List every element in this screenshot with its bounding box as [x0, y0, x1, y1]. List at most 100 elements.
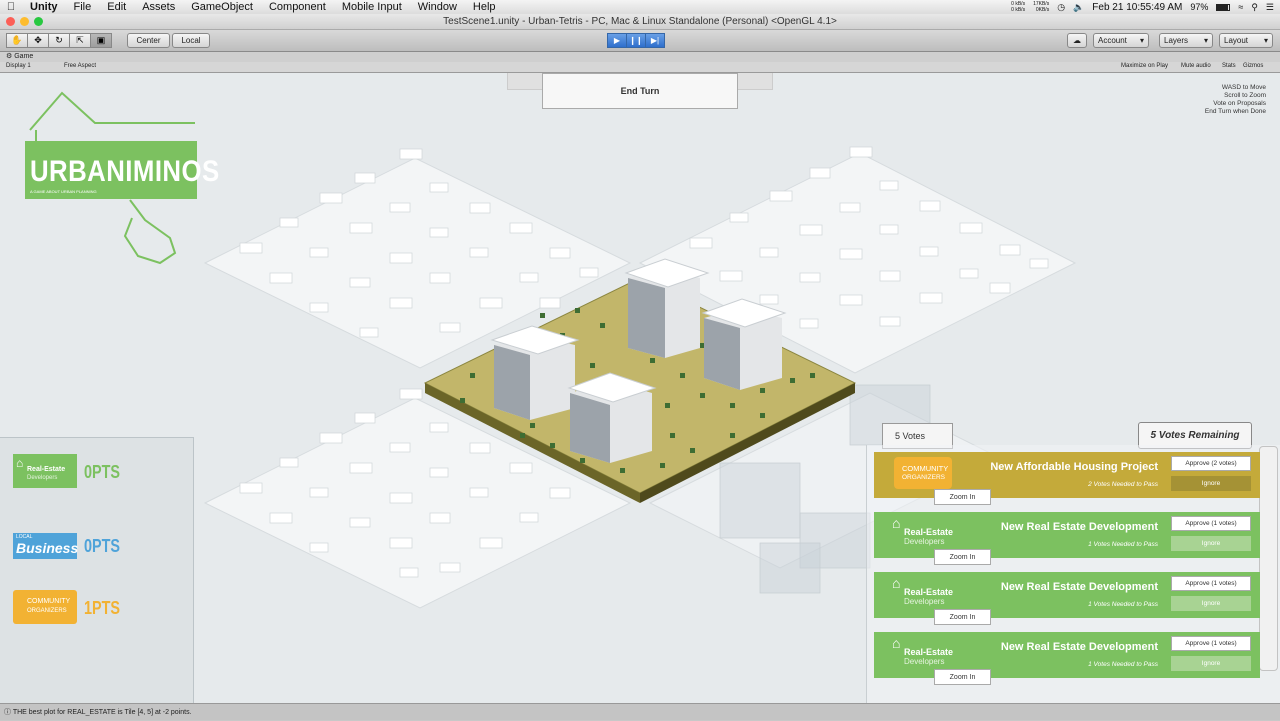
aspect-dropdown[interactable]: Free Aspect: [64, 63, 96, 69]
play-icon[interactable]: ▶: [607, 33, 627, 48]
end-turn-button[interactable]: End Turn: [542, 73, 738, 109]
menu-mobile-input[interactable]: Mobile Input: [334, 1, 410, 13]
net-down: 0 kB/s: [1011, 7, 1026, 13]
menu-gameobject[interactable]: GameObject: [183, 1, 261, 13]
battery-icon[interactable]: [1216, 3, 1231, 11]
menubar-status-area: 0 kB/s 0 kB/s 17KB/s 0KB/s ◷ 🔈 Feb 21 10:5…: [1011, 0, 1274, 14]
logo-subtitle: A GAME ABOUT URBAN PLANNING: [30, 189, 97, 194]
pivot-center-button[interactable]: Center: [127, 33, 170, 48]
close-button[interactable]: [6, 17, 15, 26]
display-dropdown[interactable]: Display 1: [6, 63, 31, 69]
ignore-button[interactable]: Ignore: [1171, 536, 1251, 551]
ignore-button[interactable]: Ignore: [1171, 476, 1251, 491]
game-view-bar: Display 1 Free Aspect Maximize on Play M…: [0, 62, 1280, 73]
ignore-button[interactable]: Ignore: [1171, 656, 1251, 671]
game-tab-label: Game: [14, 53, 34, 60]
apple-icon[interactable]: : [0, 1, 22, 13]
ignore-label: Ignore: [1201, 480, 1221, 487]
minimize-button[interactable]: [20, 17, 29, 26]
faction-name: COMMUNITY: [27, 598, 71, 605]
layout-dropdown[interactable]: Layout ▾: [1219, 33, 1273, 48]
scoreboard-panel: ⌂ Real-Estate Developers 0PTS LOCAL Busi…: [0, 437, 194, 703]
stats-toggle[interactable]: Stats: [1222, 63, 1236, 69]
badge-label-2: Developers: [904, 597, 945, 606]
logo-title: URBANIMINOS: [30, 155, 220, 188]
zoom-in-button[interactable]: Zoom In: [934, 489, 991, 505]
zoom-in-button[interactable]: Zoom In: [934, 669, 991, 685]
wifi-icon[interactable]: ≈: [1238, 2, 1243, 12]
menu-assets[interactable]: Assets: [134, 1, 183, 13]
zoom-in-button[interactable]: Zoom In: [934, 609, 991, 625]
proposal-title: New Real Estate Development: [1000, 521, 1158, 533]
space-label: Local: [181, 36, 201, 45]
help-line: Scroll to Zoom: [1224, 92, 1266, 99]
move-tool-icon[interactable]: ✥: [27, 33, 49, 48]
window-title: TestScene1.unity - Urban-Tetris - PC, Ma…: [443, 16, 837, 27]
menu-edit[interactable]: Edit: [99, 1, 134, 13]
gizmos-dropdown[interactable]: Gizmos: [1243, 63, 1263, 69]
approve-button[interactable]: Approve (1 votes): [1171, 576, 1251, 591]
battery-percent[interactable]: 97%: [1190, 2, 1208, 12]
rotate-tool-icon[interactable]: ↻: [48, 33, 70, 48]
game-viewport[interactable]: End Turn WASD to Move Scroll to Zoom Vot…: [0, 73, 1280, 703]
cloud-icon[interactable]: ☁: [1067, 33, 1087, 48]
notification-icon[interactable]: ☰: [1266, 2, 1274, 13]
pivot-local-button[interactable]: Local: [172, 33, 210, 48]
proposal-title: New Affordable Housing Project: [990, 461, 1158, 473]
menu-file[interactable]: File: [66, 1, 100, 13]
maximize-on-play-toggle[interactable]: Maximize on Play: [1121, 63, 1168, 69]
help-line: Vote on Proposals: [1213, 100, 1266, 107]
badge-label-2: ORGANIZERS: [902, 474, 945, 481]
scale-tool-icon[interactable]: ⇱: [69, 33, 91, 48]
rect-tool-icon[interactable]: ▣: [90, 33, 112, 48]
house-icon: ⌂: [892, 575, 901, 591]
menu-window[interactable]: Window: [410, 1, 465, 13]
badge-label: Real-Estate: [904, 587, 954, 597]
proposal-card: ⌂ Real-Estate Developers New Real Estate…: [874, 512, 1260, 558]
proposal-faction-badge: ⌂ Real-Estate Developers: [878, 515, 958, 551]
proposal-title: New Real Estate Development: [1000, 581, 1158, 593]
game-tab[interactable]: ⚙ Game: [0, 52, 1280, 62]
badge-label: Real-Estate: [904, 527, 954, 537]
console-status-bar[interactable]: ⓘ THE best plot for REAL_ESTATE is Tile …: [0, 703, 1280, 720]
zoom-button[interactable]: [34, 17, 43, 26]
badge-label-2: Developers: [904, 537, 945, 546]
approve-button[interactable]: Approve (1 votes): [1171, 516, 1251, 531]
account-dropdown[interactable]: Account ▾: [1093, 33, 1149, 48]
unity-toolbar: ✋ ✥ ↻ ⇱ ▣ Center Local ▶ ❙❙ ▶| ☁ Account…: [0, 30, 1280, 52]
house-icon: ⌂: [16, 456, 24, 470]
spotlight-icon[interactable]: ⚲: [1251, 2, 1258, 13]
ignore-label: Ignore: [1201, 540, 1221, 547]
layers-label: Layers: [1164, 36, 1189, 45]
layout-label: Layout: [1224, 36, 1249, 45]
clock-icon[interactable]: ◷: [1057, 2, 1065, 13]
volume-icon[interactable]: 🔈: [1073, 2, 1084, 13]
end-turn-label: End Turn: [620, 86, 660, 96]
pause-icon[interactable]: ❙❙: [626, 33, 646, 48]
menu-unity[interactable]: Unity: [22, 1, 66, 13]
zoom-in-button[interactable]: Zoom In: [934, 549, 991, 565]
step-icon[interactable]: ▶|: [645, 33, 665, 48]
votes-remaining-label: 5 Votes Remaining: [1150, 430, 1240, 441]
approve-label: Approve (1 votes): [1185, 520, 1237, 527]
ignore-button[interactable]: Ignore: [1171, 596, 1251, 611]
hand-tool-icon[interactable]: ✋: [6, 33, 28, 48]
layers-dropdown[interactable]: Layers ▾: [1159, 33, 1213, 48]
net-monitor-2: 17KB/s 0KB/s: [1033, 1, 1049, 13]
menu-help[interactable]: Help: [465, 1, 504, 13]
proposal-card: ⌂ Real-Estate Developers New Real Estate…: [874, 632, 1260, 678]
badge-label: Real-Estate: [904, 647, 954, 657]
menubar-clock[interactable]: Feb 21 10:55:49 AM: [1092, 2, 1182, 13]
approve-button[interactable]: Approve (2 votes): [1171, 456, 1251, 471]
menu-component[interactable]: Component: [261, 1, 334, 13]
proposals-scrollbar[interactable]: [1259, 446, 1278, 671]
badge-label: COMMUNITY: [902, 464, 949, 473]
approve-button[interactable]: Approve (1 votes): [1171, 636, 1251, 651]
net-monitor: 0 kB/s 0 kB/s: [1011, 1, 1025, 13]
proposal-faction-badge: ⌂ Real-Estate Developers: [878, 575, 958, 611]
net2-down: 0KB/s: [1035, 7, 1050, 13]
mute-audio-toggle[interactable]: Mute audio: [1181, 63, 1211, 69]
votes-label: 5 Votes: [895, 431, 926, 441]
ignore-label: Ignore: [1201, 600, 1221, 607]
score-local-business: 0PTS: [84, 536, 121, 556]
